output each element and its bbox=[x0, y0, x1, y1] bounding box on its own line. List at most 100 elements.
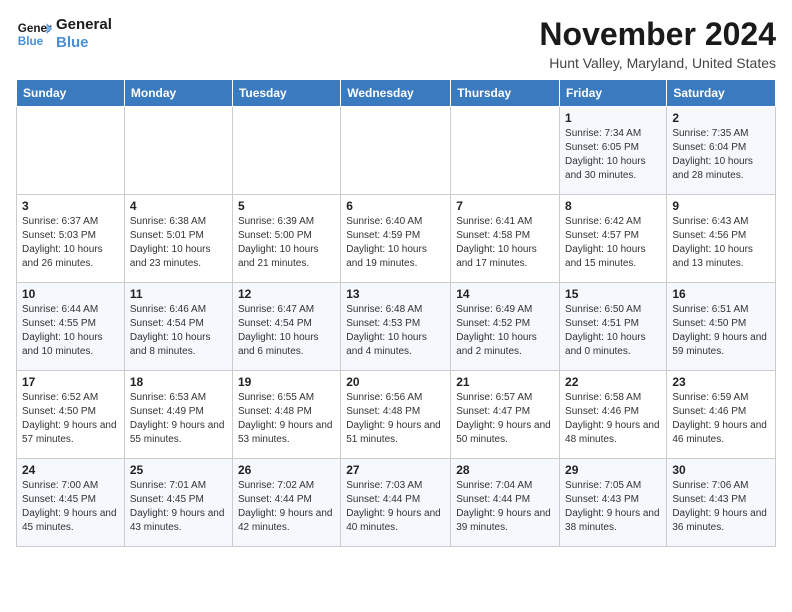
day-number: 28 bbox=[456, 463, 554, 477]
day-number: 13 bbox=[346, 287, 445, 301]
day-info: Sunrise: 6:48 AM Sunset: 4:53 PM Dayligh… bbox=[346, 303, 445, 359]
day-info: Sunrise: 6:39 AM Sunset: 5:00 PM Dayligh… bbox=[238, 215, 335, 271]
day-number: 1 bbox=[565, 111, 661, 125]
day-info: Sunrise: 6:38 AM Sunset: 5:01 PM Dayligh… bbox=[130, 215, 227, 271]
calendar-week-row: 24Sunrise: 7:00 AM Sunset: 4:45 PM Dayli… bbox=[17, 459, 776, 547]
location-title: Hunt Valley, Maryland, United States bbox=[539, 55, 776, 71]
day-number: 4 bbox=[130, 199, 227, 213]
calendar-day-cell: 16Sunrise: 6:51 AM Sunset: 4:50 PM Dayli… bbox=[667, 283, 776, 371]
day-info: Sunrise: 7:01 AM Sunset: 4:45 PM Dayligh… bbox=[130, 479, 227, 535]
day-info: Sunrise: 7:05 AM Sunset: 4:43 PM Dayligh… bbox=[565, 479, 661, 535]
calendar-day-cell: 9 Sunrise: 6:43 AM Sunset: 4:56 PM Daylig… bbox=[667, 195, 776, 283]
calendar-day-cell: 11 Sunrise: 6:46 AM Sunset: 4:54 PM Dayli… bbox=[124, 283, 232, 371]
day-info: Sunrise: 6:37 AM Sunset: 5:03 PM Dayligh… bbox=[22, 215, 119, 271]
svg-text:Blue: Blue bbox=[18, 35, 44, 48]
weekday-header-cell: Thursday bbox=[451, 80, 560, 107]
calendar-body: 1 Sunrise: 7:34 AM Sunset: 6:05 PM Daylig… bbox=[17, 107, 776, 547]
day-number: 2 bbox=[672, 111, 770, 125]
day-number: 10 bbox=[22, 287, 119, 301]
month-title: November 2024 bbox=[539, 16, 776, 53]
day-info: Sunrise: 7:00 AM Sunset: 4:45 PM Dayligh… bbox=[22, 479, 119, 535]
day-info: Sunrise: 6:55 AM Sunset: 4:48 PM Dayligh… bbox=[238, 391, 335, 447]
calendar-day-cell bbox=[124, 107, 232, 195]
day-info: Sunrise: 6:53 AM Sunset: 4:49 PM Dayligh… bbox=[130, 391, 227, 447]
calendar-day-cell bbox=[232, 107, 340, 195]
calendar-day-cell: 12 Sunrise: 6:47 AM Sunset: 4:54 PM Dayli… bbox=[232, 283, 340, 371]
day-info: Sunrise: 6:43 AM Sunset: 4:56 PM Dayligh… bbox=[672, 215, 770, 271]
day-info: Sunrise: 7:35 AM Sunset: 6:04 PM Dayligh… bbox=[672, 127, 770, 183]
day-info: Sunrise: 7:02 AM Sunset: 4:44 PM Dayligh… bbox=[238, 479, 335, 535]
calendar-day-cell: 20 Sunrise: 6:56 AM Sunset: 4:48 PM Dayli… bbox=[341, 371, 451, 459]
day-number: 30 bbox=[672, 463, 770, 477]
day-info: Sunrise: 6:41 AM Sunset: 4:58 PM Dayligh… bbox=[456, 215, 554, 271]
calendar-day-cell: 28Sunrise: 7:04 AM Sunset: 4:44 PM Dayli… bbox=[451, 459, 560, 547]
logo-line1: General bbox=[56, 16, 112, 34]
calendar-week-row: 17 Sunrise: 6:52 AM Sunset: 4:50 PM Dayli… bbox=[17, 371, 776, 459]
calendar-day-cell: 15Sunrise: 6:50 AM Sunset: 4:51 PM Dayli… bbox=[560, 283, 667, 371]
day-number: 17 bbox=[22, 375, 119, 389]
calendar-day-cell: 6Sunrise: 6:40 AM Sunset: 4:59 PM Daylig… bbox=[341, 195, 451, 283]
day-info: Sunrise: 6:59 AM Sunset: 4:46 PM Dayligh… bbox=[672, 391, 770, 447]
calendar-day-cell: 5 Sunrise: 6:39 AM Sunset: 5:00 PM Daylig… bbox=[232, 195, 340, 283]
calendar-day-cell: 30 Sunrise: 7:06 AM Sunset: 4:43 PM Dayli… bbox=[667, 459, 776, 547]
day-info: Sunrise: 6:47 AM Sunset: 4:54 PM Dayligh… bbox=[238, 303, 335, 359]
calendar-day-cell: 13 Sunrise: 6:48 AM Sunset: 4:53 PM Dayli… bbox=[341, 283, 451, 371]
weekday-header-cell: Sunday bbox=[17, 80, 125, 107]
calendar-week-row: 3 Sunrise: 6:37 AM Sunset: 5:03 PM Daylig… bbox=[17, 195, 776, 283]
day-number: 11 bbox=[130, 287, 227, 301]
day-info: Sunrise: 7:06 AM Sunset: 4:43 PM Dayligh… bbox=[672, 479, 770, 535]
day-number: 20 bbox=[346, 375, 445, 389]
day-number: 25 bbox=[130, 463, 227, 477]
day-number: 18 bbox=[130, 375, 227, 389]
calendar-day-cell: 25 Sunrise: 7:01 AM Sunset: 4:45 PM Dayli… bbox=[124, 459, 232, 547]
day-info: Sunrise: 6:49 AM Sunset: 4:52 PM Dayligh… bbox=[456, 303, 554, 359]
day-number: 8 bbox=[565, 199, 661, 213]
day-info: Sunrise: 6:58 AM Sunset: 4:46 PM Dayligh… bbox=[565, 391, 661, 447]
page-header: General Blue General Blue November 2024 … bbox=[16, 16, 776, 71]
calendar-day-cell: 4 Sunrise: 6:38 AM Sunset: 5:01 PM Daylig… bbox=[124, 195, 232, 283]
calendar-day-cell: 22Sunrise: 6:58 AM Sunset: 4:46 PM Dayli… bbox=[560, 371, 667, 459]
day-number: 15 bbox=[565, 287, 661, 301]
day-number: 14 bbox=[456, 287, 554, 301]
weekday-header-cell: Monday bbox=[124, 80, 232, 107]
calendar-week-row: 10Sunrise: 6:44 AM Sunset: 4:55 PM Dayli… bbox=[17, 283, 776, 371]
day-info: Sunrise: 6:42 AM Sunset: 4:57 PM Dayligh… bbox=[565, 215, 661, 271]
day-number: 26 bbox=[238, 463, 335, 477]
day-info: Sunrise: 6:51 AM Sunset: 4:50 PM Dayligh… bbox=[672, 303, 770, 359]
weekday-header-cell: Saturday bbox=[667, 80, 776, 107]
calendar-day-cell: 26 Sunrise: 7:02 AM Sunset: 4:44 PM Dayli… bbox=[232, 459, 340, 547]
weekday-header-cell: Tuesday bbox=[232, 80, 340, 107]
calendar-day-cell bbox=[17, 107, 125, 195]
calendar-day-cell: 2 Sunrise: 7:35 AM Sunset: 6:04 PM Daylig… bbox=[667, 107, 776, 195]
calendar-title-area: November 2024 Hunt Valley, Maryland, Uni… bbox=[539, 16, 776, 71]
calendar-day-cell: 24Sunrise: 7:00 AM Sunset: 4:45 PM Dayli… bbox=[17, 459, 125, 547]
day-info: Sunrise: 6:46 AM Sunset: 4:54 PM Dayligh… bbox=[130, 303, 227, 359]
logo: General Blue General Blue bbox=[16, 16, 112, 52]
calendar-day-cell: 1 Sunrise: 7:34 AM Sunset: 6:05 PM Daylig… bbox=[560, 107, 667, 195]
day-number: 12 bbox=[238, 287, 335, 301]
day-number: 29 bbox=[565, 463, 661, 477]
day-number: 23 bbox=[672, 375, 770, 389]
day-info: Sunrise: 6:57 AM Sunset: 4:47 PM Dayligh… bbox=[456, 391, 554, 447]
day-number: 21 bbox=[456, 375, 554, 389]
day-info: Sunrise: 7:03 AM Sunset: 4:44 PM Dayligh… bbox=[346, 479, 445, 535]
calendar-day-cell: 21 Sunrise: 6:57 AM Sunset: 4:47 PM Dayli… bbox=[451, 371, 560, 459]
day-info: Sunrise: 6:52 AM Sunset: 4:50 PM Dayligh… bbox=[22, 391, 119, 447]
calendar-day-cell bbox=[341, 107, 451, 195]
logo-icon: General Blue bbox=[16, 16, 52, 52]
day-number: 27 bbox=[346, 463, 445, 477]
calendar-day-cell: 17 Sunrise: 6:52 AM Sunset: 4:50 PM Dayli… bbox=[17, 371, 125, 459]
calendar-table: SundayMondayTuesdayWednesdayThursdayFrid… bbox=[16, 79, 776, 547]
day-number: 9 bbox=[672, 199, 770, 213]
calendar-day-cell: 8 Sunrise: 6:42 AM Sunset: 4:57 PM Daylig… bbox=[560, 195, 667, 283]
calendar-day-cell: 19Sunrise: 6:55 AM Sunset: 4:48 PM Dayli… bbox=[232, 371, 340, 459]
day-number: 5 bbox=[238, 199, 335, 213]
logo-line2: Blue bbox=[56, 34, 112, 52]
day-number: 3 bbox=[22, 199, 119, 213]
day-info: Sunrise: 6:40 AM Sunset: 4:59 PM Dayligh… bbox=[346, 215, 445, 271]
day-info: Sunrise: 7:34 AM Sunset: 6:05 PM Dayligh… bbox=[565, 127, 661, 183]
calendar-day-cell: 18 Sunrise: 6:53 AM Sunset: 4:49 PM Dayli… bbox=[124, 371, 232, 459]
day-number: 7 bbox=[456, 199, 554, 213]
day-info: Sunrise: 6:56 AM Sunset: 4:48 PM Dayligh… bbox=[346, 391, 445, 447]
calendar-day-cell: 27 Sunrise: 7:03 AM Sunset: 4:44 PM Dayli… bbox=[341, 459, 451, 547]
